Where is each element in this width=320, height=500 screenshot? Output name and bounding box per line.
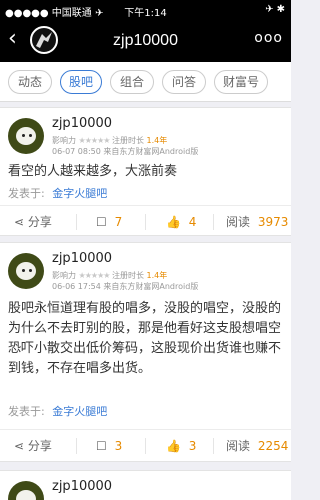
like-icon: 👍	[166, 439, 181, 453]
avatar-eye-shape	[22, 134, 25, 137]
status-icons: ✈ ✱	[265, 4, 285, 15]
comment-button[interactable]: ☐ 7	[96, 206, 122, 238]
post-meta: 06-06 17:54 来自东方财富网Android版	[52, 282, 199, 291]
post-actions: ⋖ 分享 ☐ 7 👍 4 阅读 3973	[0, 205, 291, 237]
post-meta: 06-07 08:50 来自东方财富网Android版	[52, 147, 199, 156]
read-count: 3973	[257, 215, 289, 229]
like-count: 3	[188, 439, 197, 453]
comment-icon: ☐	[96, 439, 107, 453]
divider	[76, 438, 77, 454]
avatar-eye-shape	[22, 269, 25, 272]
post-source: 发表于: 金字火腿吧	[8, 403, 107, 419]
like-button[interactable]: 👍 3	[166, 430, 196, 462]
from-label: 发表于:	[8, 187, 45, 200]
post-source: 发表于: 金字火腿吧	[8, 185, 107, 201]
share-label: 分享	[27, 439, 52, 453]
avatar-eye-shape	[29, 269, 32, 272]
tab-portfolio[interactable]: 组合	[110, 70, 154, 94]
divider	[213, 438, 214, 454]
tab-wealth[interactable]: 财富号	[214, 70, 268, 94]
share-button[interactable]: ⋖ 分享	[14, 206, 52, 238]
divider	[145, 438, 146, 454]
username[interactable]: zjp10000	[52, 116, 112, 131]
comment-icon: ☐	[96, 215, 107, 229]
from-label: 发表于:	[8, 405, 45, 418]
tab-guba[interactable]: 股吧	[60, 70, 102, 94]
share-button[interactable]: ⋖ 分享	[14, 430, 52, 462]
divider	[145, 214, 146, 230]
read-stat: 阅读 3973	[226, 206, 288, 238]
star-rating: ★★★★★	[78, 136, 111, 145]
post-content[interactable]: 股吧永恒道理有股的唱多，没股的唱空，没股的为什么不去盯别的股，那是他看好这支股想…	[8, 299, 286, 379]
user-avatar[interactable]	[8, 118, 44, 154]
like-button[interactable]: 👍 4	[166, 206, 196, 238]
reg-label: 注册时长	[111, 271, 144, 280]
page-title: zjp10000	[113, 32, 178, 49]
reg-years: 1.4年	[146, 271, 168, 280]
star-rating: ★★★★★	[78, 271, 111, 280]
forum-link[interactable]: 金字火腿吧	[52, 187, 107, 200]
like-count: 4	[188, 215, 197, 229]
divider	[213, 214, 214, 230]
status-time: 下午1:14	[124, 8, 167, 19]
avatar-face-shape	[16, 262, 36, 280]
status-bar: ●●●●● 中国联通 ✈ 下午1:14 ✈ ✱	[0, 0, 291, 20]
comment-count: 7	[114, 215, 123, 229]
user-avatar[interactable]	[8, 253, 44, 289]
comment-count: 3	[114, 439, 123, 453]
username[interactable]: zjp10000	[52, 251, 112, 266]
tab-qa[interactable]: 问答	[162, 70, 206, 94]
reg-label: 注册时长	[111, 136, 144, 145]
profile-tabs: 动态 股吧 组合 问答 财富号	[0, 62, 291, 102]
post-card[interactable]: zjp10000 影响力 ★★★★★ 注册时长 1.4年 06-07 08:50…	[0, 107, 291, 236]
post-card[interactable]: zjp10000	[0, 470, 291, 500]
share-label: 分享	[27, 215, 52, 229]
avatar-face-shape	[16, 490, 36, 500]
influence-label: 影响力	[52, 136, 76, 145]
user-stats: 影响力 ★★★★★ 注册时长 1.4年	[52, 270, 167, 281]
reg-years: 1.4年	[146, 136, 168, 145]
comment-button[interactable]: ☐ 3	[96, 430, 122, 462]
read-count: 2254	[257, 439, 289, 453]
avatar-eye-shape	[29, 134, 32, 137]
user-avatar[interactable]	[8, 481, 44, 500]
post-content[interactable]: 看空的人越来越多，大涨前奏	[8, 162, 286, 182]
read-stat: 阅读 2254	[226, 430, 288, 462]
nav-bar: ‹ zjp10000 ooo	[0, 20, 291, 62]
username[interactable]: zjp10000	[52, 479, 112, 494]
influence-label: 影响力	[52, 271, 76, 280]
user-stats: 影响力 ★★★★★ 注册时长 1.4年	[52, 135, 167, 146]
share-icon: ⋖	[14, 439, 25, 453]
avatar-face-shape	[16, 127, 36, 145]
post-actions: ⋖ 分享 ☐ 3 👍 3 阅读 2254	[0, 429, 291, 461]
read-label: 阅读	[226, 439, 251, 453]
read-label: 阅读	[226, 215, 251, 229]
like-icon: 👍	[166, 215, 181, 229]
tab-dynamic[interactable]: 动态	[8, 70, 52, 94]
forum-link[interactable]: 金字火腿吧	[52, 405, 107, 418]
share-icon: ⋖	[14, 215, 25, 229]
divider	[76, 214, 77, 230]
more-options-icon[interactable]: ooo	[254, 30, 283, 46]
post-card[interactable]: zjp10000 影响力 ★★★★★ 注册时长 1.4年 06-06 17:54…	[0, 242, 291, 462]
